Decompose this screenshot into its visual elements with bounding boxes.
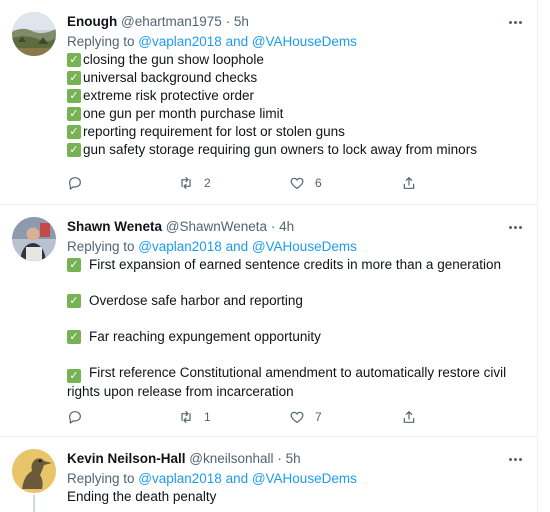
separator-dot: · — [277, 451, 282, 466]
list-item: ✓ universal background checks — [67, 69, 528, 87]
list-item-text: First expansion of earned sentence credi… — [89, 257, 501, 272]
list-item: ✓ gun safety storage requiring gun owners… — [67, 141, 528, 159]
check-mark-icon: ✓ — [67, 107, 81, 121]
list-item-text: one gun per month purchase limit — [83, 106, 284, 121]
retweet-icon — [181, 411, 191, 423]
replying-to-label: Replying to — [67, 471, 139, 486]
list-item: ✓ First reference Constitutional amendmen… — [67, 364, 527, 401]
more-dots-icon[interactable] — [506, 453, 524, 465]
tweet-header: Enough @ehartman1975 · 5h — [67, 13, 528, 31]
reply-icon — [69, 411, 81, 424]
replying-to: Replying to @vaplan2018 and @VAHouseDems — [67, 470, 528, 488]
share-icon — [403, 411, 415, 423]
check-mark-icon: ✓ — [67, 330, 81, 344]
separator-dot: · — [270, 219, 276, 234]
timestamp[interactable]: 4h — [279, 219, 294, 234]
replying-to-mentions[interactable]: @vaplan2018 and @VAHouseDems — [138, 471, 357, 486]
timestamp[interactable]: 5h — [234, 14, 249, 29]
avatar[interactable] — [12, 449, 56, 493]
list-item: ✓ reporting requirement for lost or stole… — [67, 123, 528, 141]
list-item-text: gun safety storage requiring gun owners … — [83, 142, 477, 157]
list-item-text: extreme risk protective order — [83, 88, 255, 103]
avatar[interactable] — [12, 217, 56, 261]
tweet-text: ✓ closing the gun show loophole ✓ univers… — [67, 51, 528, 159]
display-name[interactable]: Enough — [67, 14, 117, 29]
retweet-icon — [181, 177, 191, 189]
replying-to-mentions[interactable]: @vaplan2018 and @VAHouseDems — [138, 239, 357, 254]
tweet-text: ✓ First expansion of earned sentence cred… — [67, 256, 528, 401]
tweet[interactable]: Kevin Neilson-Hall @kneilsonhall · 5h Re… — [0, 437, 538, 512]
retweet-button[interactable]: 1 — [178, 409, 211, 425]
check-mark-icon: ✓ — [67, 143, 81, 157]
heart-icon — [290, 177, 304, 189]
heart-icon — [290, 411, 304, 423]
avatar[interactable] — [12, 12, 56, 56]
replying-to: Replying to @vaplan2018 and @VAHouseDems — [67, 33, 528, 51]
tweet-actions: 2 6 — [67, 175, 447, 193]
tweet-header: Kevin Neilson-Hall @kneilsonhall · 5h — [67, 450, 528, 468]
check-mark-icon: ✓ — [67, 258, 81, 272]
list-item-text: universal background checks — [83, 70, 258, 85]
reply-icon — [69, 177, 81, 190]
tweet-content: Kevin Neilson-Hall @kneilsonhall · 5h Re… — [67, 450, 528, 506]
display-name[interactable]: Kevin Neilson-Hall — [67, 451, 186, 466]
tweet-content: Enough @ehartman1975 · 5h Replying to @v… — [67, 13, 528, 159]
replying-to-mentions[interactable]: @vaplan2018 and @VAHouseDems — [138, 34, 357, 49]
share-button[interactable] — [401, 409, 417, 425]
list-item: ✓ closing the gun show loophole — [67, 51, 528, 69]
replying-to-label: Replying to — [67, 34, 139, 49]
user-handle[interactable]: @kneilsonhall — [189, 451, 273, 466]
check-mark-icon: ✓ — [67, 125, 81, 139]
like-count: 7 — [315, 410, 322, 424]
list-item-text: Overdose safe harbor and reporting — [89, 293, 303, 308]
list-item: ✓ First expansion of earned sentence cred… — [67, 256, 528, 274]
thread-line — [33, 495, 35, 512]
reply-button[interactable] — [67, 175, 93, 191]
list-item: ✓ one gun per month purchase limit — [67, 105, 528, 123]
avatar-bird-image — [12, 449, 56, 493]
tweet-text: Ending the death penalty — [67, 488, 528, 506]
list-item-text: reporting requirement for lost or stolen… — [83, 124, 345, 139]
list-item-text: First reference Constitutional amendment… — [67, 365, 507, 399]
timeline: Enough @ehartman1975 · 5h Replying to @v… — [0, 0, 538, 512]
replying-to-label: Replying to — [67, 239, 139, 254]
more-dots-icon[interactable] — [506, 16, 524, 28]
like-button[interactable]: 7 — [289, 409, 322, 425]
list-item: ✓ extreme risk protective order — [67, 87, 528, 105]
like-button[interactable]: 6 — [289, 175, 322, 191]
replying-to: Replying to @vaplan2018 and @VAHouseDems — [67, 238, 528, 256]
user-handle[interactable]: @ShawnWeneta — [166, 219, 267, 234]
display-name[interactable]: Shawn Weneta — [67, 219, 162, 234]
timestamp[interactable]: 5h — [286, 451, 301, 466]
share-button[interactable] — [401, 175, 417, 191]
tweet[interactable]: Shawn Weneta @ShawnWeneta · 4h Replying … — [0, 205, 538, 437]
check-mark-icon: ✓ — [67, 71, 81, 85]
check-mark-icon: ✓ — [67, 294, 81, 308]
list-item-text: Far reaching expungement opportunity — [89, 329, 321, 344]
list-item-text: closing the gun show loophole — [83, 52, 264, 67]
retweet-button[interactable]: 2 — [178, 175, 211, 191]
like-count: 6 — [315, 176, 322, 190]
tweet-actions: 1 7 — [67, 409, 447, 427]
tweet-content: Shawn Weneta @ShawnWeneta · 4h Replying … — [67, 218, 528, 401]
tweet-text-line: Ending the death penalty — [67, 489, 217, 504]
more-dots-icon[interactable] — [506, 221, 524, 233]
retweet-count: 1 — [204, 410, 211, 424]
check-mark-icon: ✓ — [67, 89, 81, 103]
share-icon — [403, 177, 415, 189]
retweet-count: 2 — [204, 176, 211, 190]
tweet[interactable]: Enough @ehartman1975 · 5h Replying to @v… — [0, 0, 538, 205]
reply-button[interactable] — [67, 409, 93, 425]
check-mark-icon: ✓ — [67, 53, 81, 67]
avatar-person-photo — [12, 217, 56, 261]
user-handle[interactable]: @ehartman1975 — [121, 14, 222, 29]
list-item: ✓ Far reaching expungement opportunity — [67, 328, 528, 346]
check-mark-icon: ✓ — [67, 369, 81, 383]
avatar-landscape-image — [12, 12, 56, 56]
tweet-header: Shawn Weneta @ShawnWeneta · 4h — [67, 218, 528, 236]
list-item: ✓ Overdose safe harbor and reporting — [67, 292, 528, 310]
separator-dot: · — [225, 14, 231, 29]
